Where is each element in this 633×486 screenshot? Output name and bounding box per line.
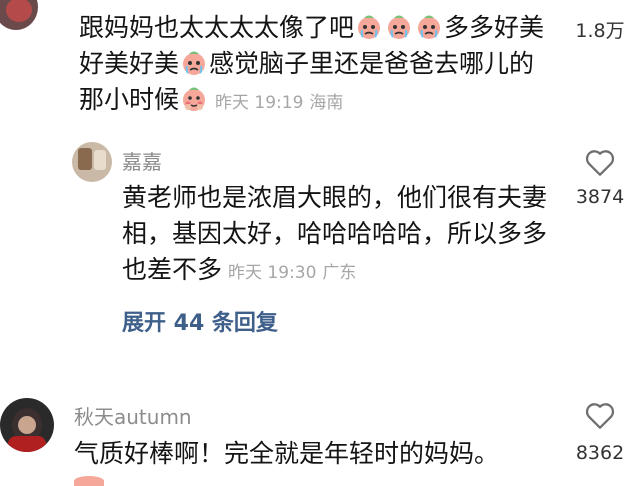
expand-replies-link[interactable]: 展开 44 条回复 [122,305,278,337]
comment-text: 气质好棒啊！完全就是年轻时的妈妈。 [74,439,500,468]
reply-location: 广东 [322,263,357,283]
crying-face-icon [415,13,443,41]
crying-face-icon [180,49,208,77]
comment-timestamp: 昨天 19:19 [215,93,304,113]
reply-timestamp: 昨天 19:30 [228,263,317,283]
reply-username[interactable]: 嘉嘉 [122,146,162,175]
heart-icon[interactable] [583,398,617,432]
like-count: 1.8万 [575,20,625,42]
crying-face-icon [385,13,413,41]
reply-text: 黄老师也是浓眉大眼的，他们很有夫妻相，基因太好，哈哈哈哈哈，所以多多也差不多 昨天… [122,183,548,284]
like-count: 3874 [575,186,625,208]
like-count: 8362 [575,442,625,464]
comment-username[interactable]: 秋天autumn [74,401,192,430]
avatar[interactable] [0,398,54,452]
comment-text: 跟妈妈也太太太太像了吧 多多好美好美好美 感觉脑子里还是爸爸去哪儿的那小时候 昨天 1… [79,13,545,114]
next-comment-preview [74,476,104,486]
crying-face-icon [355,13,383,41]
avatar[interactable] [72,142,112,182]
heart-icon[interactable] [583,145,617,179]
comment-location: 海南 [309,93,344,113]
shy-face-icon [180,85,208,113]
avatar[interactable] [0,0,38,30]
